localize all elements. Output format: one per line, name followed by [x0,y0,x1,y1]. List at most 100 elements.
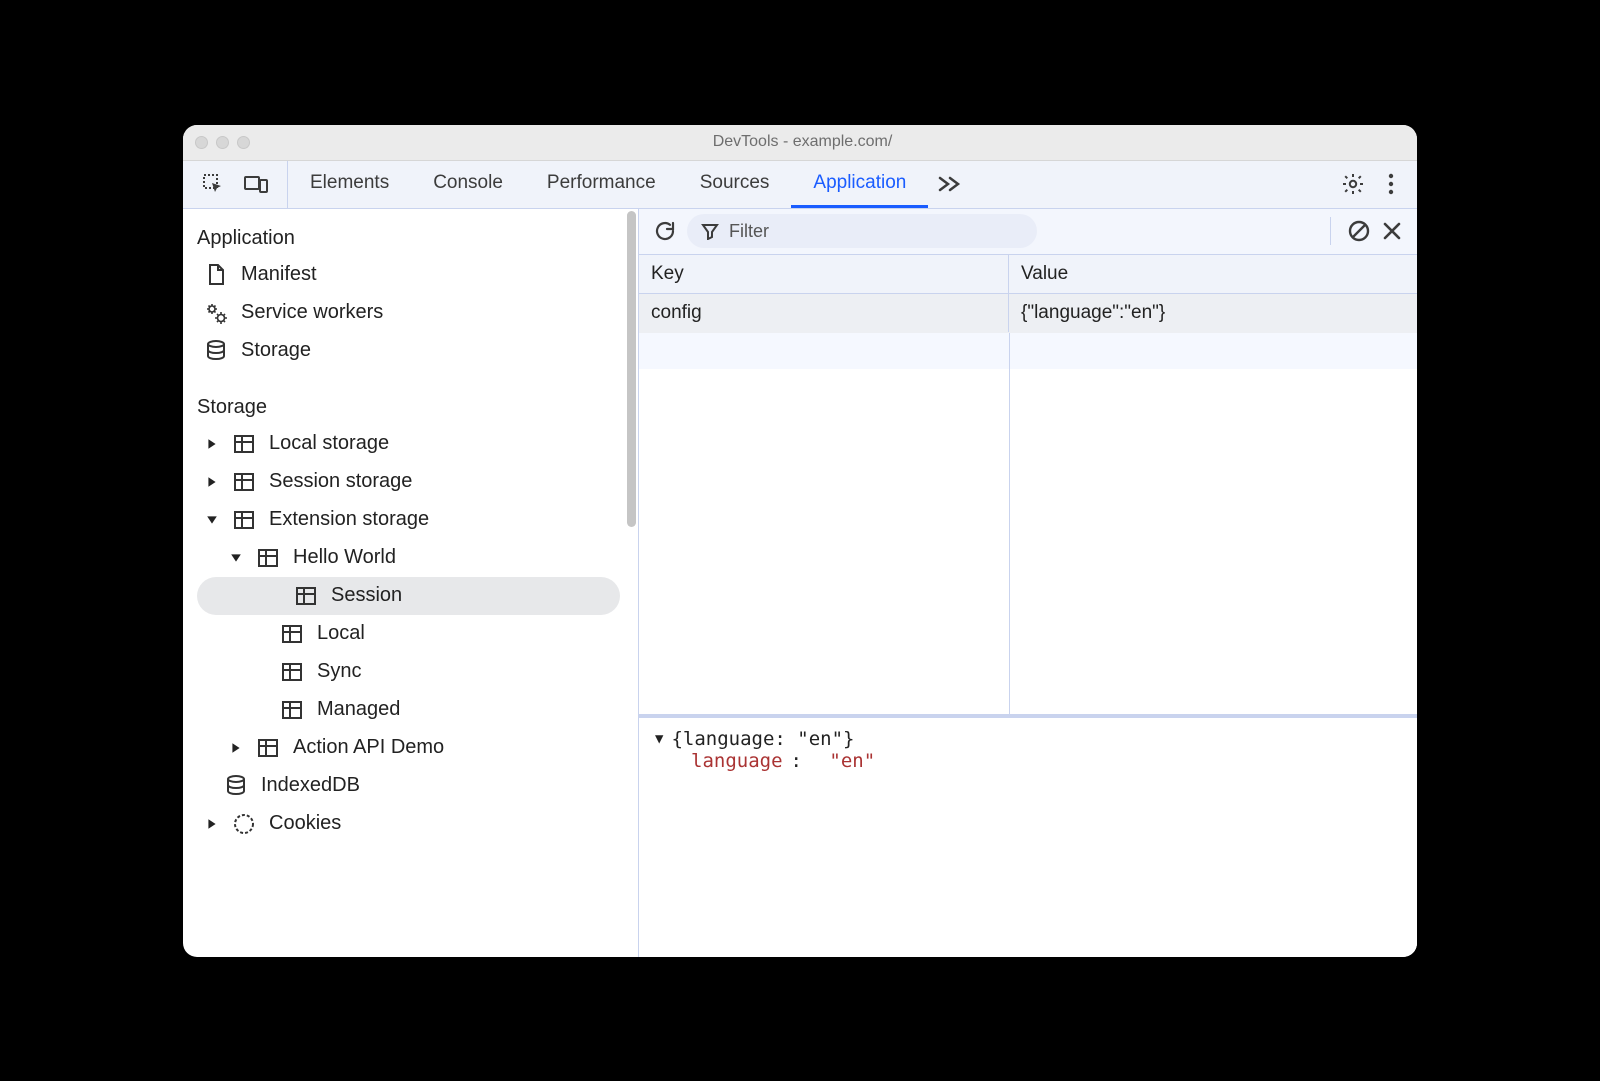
database-icon [223,773,249,799]
filter-input[interactable] [729,221,1023,242]
refresh-icon[interactable] [653,219,677,243]
sidebar-item-action-api-demo[interactable]: Action API Demo [183,729,638,767]
table-icon [279,621,305,647]
table-icon [231,507,257,533]
cell-value: {"language":"en"} [1009,294,1417,332]
tab-application[interactable]: Application [791,161,928,208]
tab-label: Application [813,172,906,194]
tab-performance[interactable]: Performance [525,161,678,208]
table-icon [279,697,305,723]
tab-label: Performance [547,172,656,194]
sidebar-item-label: Local storage [269,432,389,455]
sidebar-item-label: Session [331,584,402,607]
chevron-down-icon [205,514,219,526]
clear-icon[interactable] [1347,219,1371,243]
sidebar-item-storage[interactable]: Storage [183,332,638,370]
tab-elements[interactable]: Elements [288,161,411,208]
close-window-button[interactable] [195,136,208,149]
sidebar-item-label: Managed [317,698,400,721]
chevron-right-icon [205,476,219,488]
toolbar-divider [1330,217,1331,245]
sidebar-heading-application: Application [183,217,638,256]
table-icon [255,545,281,571]
sidebar: Application Manifest Service workers [183,209,639,957]
titlebar: DevTools - example.com/ [183,125,1417,161]
window-controls [195,136,250,149]
sidebar-item-manifest[interactable]: Manifest [183,256,638,294]
chevron-right-icon [205,438,219,450]
preview-key: language [691,750,783,772]
preview-property[interactable]: language: "en" [655,750,1401,772]
table-icon [279,659,305,685]
sidebar-item-label: Sync [317,660,361,683]
sidebar-item-label: Hello World [293,546,396,569]
more-tabs-button[interactable] [928,161,970,208]
maximize-window-button[interactable] [237,136,250,149]
sidebar-item-label: IndexedDB [261,774,360,797]
table-icon [293,583,319,609]
main-panel: Key Value config {"language":"en"} ▼ {la… [639,209,1417,957]
window-title: DevTools - example.com/ [250,133,1355,151]
table-icon [231,469,257,495]
table-body-empty [639,333,1417,714]
minimize-window-button[interactable] [216,136,229,149]
chevron-right-icon [229,742,243,754]
sidebar-item-local-storage[interactable]: Local storage [183,425,638,463]
filter-icon [701,222,719,240]
tab-label: Sources [700,172,770,194]
chevron-right-icon [205,818,219,830]
database-icon [203,338,229,364]
sidebar-item-label: Manifest [241,263,317,286]
devtools-window: DevTools - example.com/ Elements Console… [183,125,1417,957]
tab-sources[interactable]: Sources [678,161,792,208]
cell-key: config [639,294,1009,332]
sidebar-item-label: Action API Demo [293,736,444,759]
sidebar-item-label: Service workers [241,301,383,324]
kebab-menu-icon[interactable] [1387,172,1395,196]
sidebar-item-label: Local [317,622,365,645]
document-icon [203,262,229,288]
preview-summary[interactable]: ▼ {language: "en"} [655,728,1401,750]
filter-field[interactable] [687,214,1037,248]
sidebar-item-hello-world[interactable]: Hello World [183,539,638,577]
delete-icon[interactable] [1381,220,1403,242]
sidebar-item-local[interactable]: Local [183,615,638,653]
cookie-icon [231,811,257,837]
sidebar-item-service-workers[interactable]: Service workers [183,294,638,332]
device-toolbar-icon[interactable] [243,172,269,196]
preview-summary-text: {language: "en"} [671,728,854,750]
sidebar-item-label: Cookies [269,812,341,835]
sidebar-item-sync[interactable]: Sync [183,653,638,691]
sidebar-item-session[interactable]: Session [197,577,620,615]
tab-label: Elements [310,172,389,194]
storage-toolbar [639,209,1417,255]
sidebar-heading-storage: Storage [183,386,638,425]
sidebar-item-session-storage[interactable]: Session storage [183,463,638,501]
tabbar: Elements Console Performance Sources App… [183,161,1417,209]
tab-label: Console [433,172,503,194]
column-header-key[interactable]: Key [639,255,1009,293]
storage-table: Key Value config {"language":"en"} [639,255,1417,717]
preview-pane: ▼ {language: "en"} language: "en" [639,717,1417,957]
sidebar-scrollbar[interactable] [627,211,636,527]
sidebar-item-label: Storage [241,339,311,362]
sidebar-item-label: Session storage [269,470,412,493]
settings-icon[interactable] [1341,172,1365,196]
sidebar-item-label: Extension storage [269,508,429,531]
table-header: Key Value [639,255,1417,294]
preview-value: "en" [829,750,875,772]
sidebar-item-indexeddb[interactable]: IndexedDB [183,767,638,805]
sidebar-item-managed[interactable]: Managed [183,691,638,729]
sidebar-item-extension-storage[interactable]: Extension storage [183,501,638,539]
sidebar-item-cookies[interactable]: Cookies [183,805,638,843]
inspect-icon[interactable] [201,172,225,196]
gears-icon [203,300,229,326]
table-row[interactable]: config {"language":"en"} [639,294,1417,333]
column-header-value[interactable]: Value [1009,255,1417,293]
chevron-down-icon: ▼ [655,731,663,747]
chevron-down-icon [229,552,243,564]
table-icon [231,431,257,457]
content: Application Manifest Service workers [183,209,1417,957]
tab-console[interactable]: Console [411,161,525,208]
table-icon [255,735,281,761]
